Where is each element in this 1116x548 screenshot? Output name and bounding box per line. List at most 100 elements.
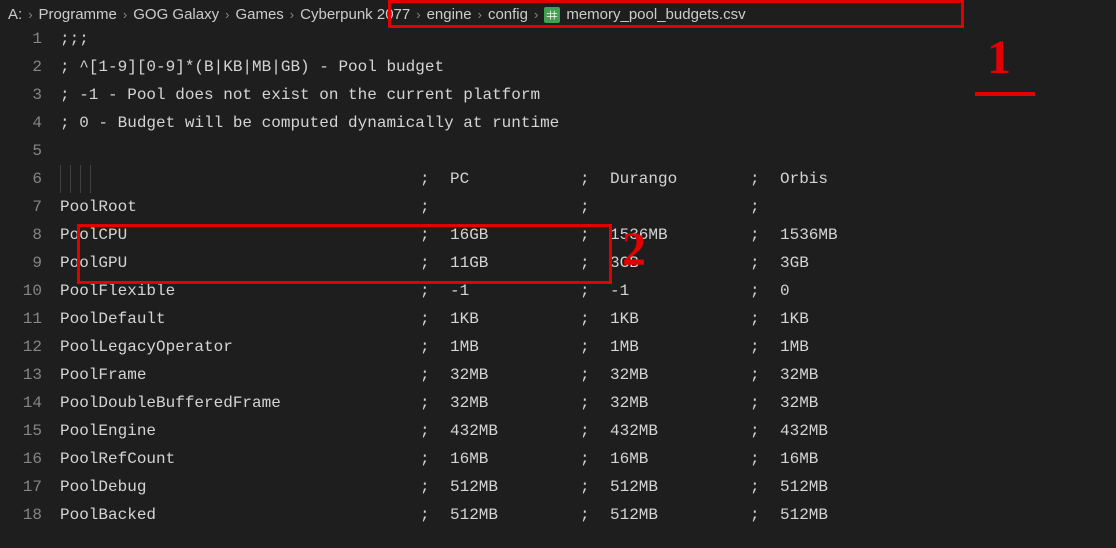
cell-pc: 11GB: [450, 249, 580, 277]
cell-durango: 1KB: [610, 305, 750, 333]
code-line[interactable]: PoolFlexible;-1;-1;0: [60, 277, 1116, 305]
pool-name: PoolCPU: [60, 221, 420, 249]
cell-pc: 16MB: [450, 445, 580, 473]
pool-name: [60, 165, 420, 193]
code-line[interactable]: PoolEngine;432MB;432MB;432MB: [60, 417, 1116, 445]
cell-durango: 32MB: [610, 389, 750, 417]
column-header-orbis: Orbis: [780, 165, 890, 193]
chevron-icon: ›: [225, 7, 229, 22]
cell-pc: 16GB: [450, 221, 580, 249]
code-line[interactable]: ;;;: [60, 25, 1116, 53]
gutter-line: 3: [0, 81, 60, 109]
gutter-line: 2: [0, 53, 60, 81]
separator: ;: [750, 165, 780, 193]
crumb-games[interactable]: Games: [235, 6, 283, 23]
code-line[interactable]: ; -1 - Pool does not exist on the curren…: [60, 81, 1116, 109]
crumb-cyberpunk[interactable]: Cyberpunk 2077: [300, 6, 410, 23]
cell-durango: 1536MB: [610, 221, 750, 249]
cell-durango: 3GB: [610, 249, 750, 277]
gutter-line: 10: [0, 277, 60, 305]
cell-durango: 16MB: [610, 445, 750, 473]
cell-durango: 1MB: [610, 333, 750, 361]
gutter-line: 11: [0, 305, 60, 333]
gutter-line: 4: [0, 109, 60, 137]
cell-pc: 432MB: [450, 417, 580, 445]
cell-pc: 32MB: [450, 361, 580, 389]
code-line[interactable]: PoolGPU;11GB;3GB;3GB: [60, 249, 1116, 277]
cell-pc: 512MB: [450, 501, 580, 529]
cell-pc: 1MB: [450, 333, 580, 361]
code-line[interactable]: PoolDoubleBufferedFrame;32MB;32MB;32MB: [60, 389, 1116, 417]
gutter-line: 6: [0, 165, 60, 193]
code-line[interactable]: PoolLegacyOperator;1MB;1MB;1MB: [60, 333, 1116, 361]
chevron-icon: ›: [290, 7, 294, 22]
code-line[interactable]: [60, 137, 1116, 165]
cell-orbis: 1MB: [780, 333, 890, 361]
cell-durango: 432MB: [610, 417, 750, 445]
code-line[interactable]: PoolRefCount;16MB;16MB;16MB: [60, 445, 1116, 473]
pool-name: PoolFrame: [60, 361, 420, 389]
crumb-gog[interactable]: GOG Galaxy: [133, 6, 219, 23]
chevron-icon: ›: [534, 7, 538, 22]
gutter-line: 7: [0, 193, 60, 221]
cell-pc: -1: [450, 277, 580, 305]
cell-orbis: 1536MB: [780, 221, 890, 249]
code-line[interactable]: PoolRoot;;;: [60, 193, 1116, 221]
pool-name: PoolDoubleBufferedFrame: [60, 389, 420, 417]
chevron-icon: ›: [478, 7, 482, 22]
chevron-icon: ›: [123, 7, 127, 22]
pool-name: PoolLegacyOperator: [60, 333, 420, 361]
cell-durango: -1: [610, 277, 750, 305]
gutter-line: 9: [0, 249, 60, 277]
cell-pc: 512MB: [450, 473, 580, 501]
separator: ;: [420, 165, 450, 193]
gutter-line: 13: [0, 361, 60, 389]
cell-orbis: 432MB: [780, 417, 890, 445]
cell-durango: 32MB: [610, 361, 750, 389]
pool-name: PoolDefault: [60, 305, 420, 333]
gutter-line: 5: [0, 137, 60, 165]
code-line[interactable]: ; PC ; Durango ; Orbis: [60, 165, 1116, 193]
gutter-line: 17: [0, 473, 60, 501]
cell-durango: 512MB: [610, 501, 750, 529]
crumb-engine[interactable]: engine: [427, 6, 472, 23]
code-editor[interactable]: 1 ;;; 2 ; ^[1-9][0-9]*(B|KB|MB|GB) - Poo…: [0, 25, 1116, 529]
code-line[interactable]: PoolFrame;32MB;32MB;32MB: [60, 361, 1116, 389]
gutter-line: 14: [0, 389, 60, 417]
separator: ;: [580, 165, 610, 193]
crumb-drive[interactable]: A:: [8, 6, 22, 23]
gutter-line: 18: [0, 501, 60, 529]
cell-orbis: 0: [780, 277, 890, 305]
cell-durango: 512MB: [610, 473, 750, 501]
chevron-icon: ›: [416, 7, 420, 22]
pool-name: PoolGPU: [60, 249, 420, 277]
cell-orbis: 512MB: [780, 501, 890, 529]
code-line[interactable]: PoolDebug;512MB;512MB;512MB: [60, 473, 1116, 501]
chevron-icon: ›: [28, 7, 32, 22]
pool-name: PoolBacked: [60, 501, 420, 529]
cell-orbis: 32MB: [780, 361, 890, 389]
column-header-pc: PC: [450, 165, 580, 193]
csv-file-icon: [544, 7, 560, 23]
code-line[interactable]: PoolCPU;16GB;1536MB;1536MB: [60, 221, 1116, 249]
pool-name: PoolRoot: [60, 193, 420, 221]
code-line[interactable]: PoolDefault;1KB;1KB;1KB: [60, 305, 1116, 333]
cell-orbis: 512MB: [780, 473, 890, 501]
code-line[interactable]: ; 0 - Budget will be computed dynamicall…: [60, 109, 1116, 137]
crumb-programme[interactable]: Programme: [39, 6, 117, 23]
cell-orbis: 1KB: [780, 305, 890, 333]
pool-name: PoolDebug: [60, 473, 420, 501]
cell-orbis: 3GB: [780, 249, 890, 277]
cell-pc: 32MB: [450, 389, 580, 417]
pool-name: PoolFlexible: [60, 277, 420, 305]
cell-pc: 1KB: [450, 305, 580, 333]
breadcrumb: A: › Programme › GOG Galaxy › Games › Cy…: [0, 0, 1116, 25]
column-header-durango: Durango: [610, 165, 750, 193]
crumb-config[interactable]: config: [488, 6, 528, 23]
gutter-line: 16: [0, 445, 60, 473]
cell-orbis: 16MB: [780, 445, 890, 473]
cell-orbis: 32MB: [780, 389, 890, 417]
code-line[interactable]: ; ^[1-9][0-9]*(B|KB|MB|GB) - Pool budget: [60, 53, 1116, 81]
crumb-file[interactable]: memory_pool_budgets.csv: [566, 6, 745, 23]
code-line[interactable]: PoolBacked;512MB;512MB;512MB: [60, 501, 1116, 529]
